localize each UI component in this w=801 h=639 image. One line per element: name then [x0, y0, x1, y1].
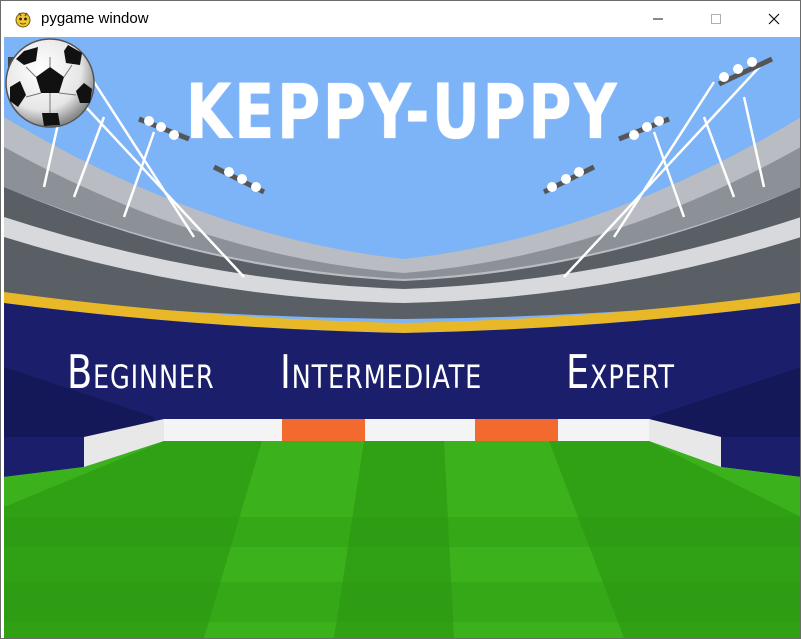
close-button[interactable] — [745, 1, 800, 37]
app-window: pygame window KEPPY-UPPY Beginner Interm… — [0, 0, 801, 639]
level-beginner-button[interactable]: Beginner — [67, 337, 214, 407]
maximize-icon — [711, 14, 721, 24]
level-expert-button[interactable]: Expert — [566, 337, 675, 407]
close-icon — [768, 13, 780, 25]
soccer-ball-icon[interactable] — [4, 37, 96, 129]
game-title: KEPPY-UPPY — [185, 67, 620, 156]
title-bar[interactable]: pygame window — [1, 1, 800, 37]
level-intermediate-button[interactable]: Intermediate — [280, 337, 482, 407]
pygame-snake-icon — [15, 12, 31, 28]
game-canvas[interactable]: KEPPY-UPPY Beginner Intermediate Expert — [4, 37, 800, 638]
maximize-button[interactable] — [687, 1, 745, 37]
window-title: pygame window — [41, 10, 149, 27]
minimize-icon — [653, 18, 663, 20]
minimize-button[interactable] — [629, 1, 687, 37]
